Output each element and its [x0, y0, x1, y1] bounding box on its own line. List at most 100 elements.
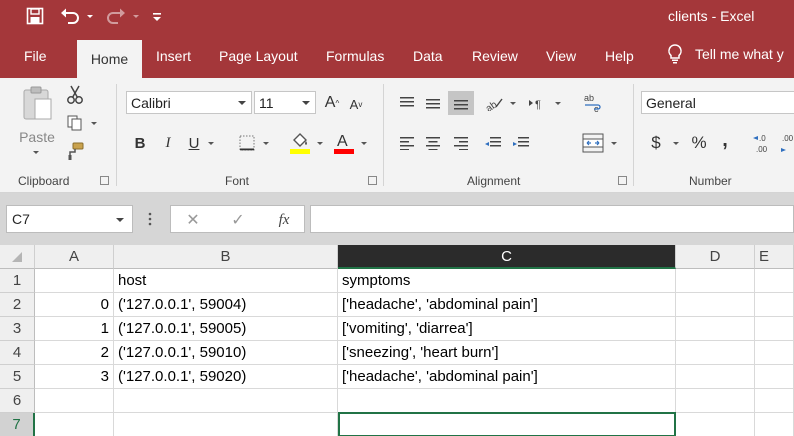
undo-icon[interactable] [56, 5, 84, 27]
tab-insert[interactable]: Insert [156, 48, 191, 64]
fill-color-icon[interactable] [288, 130, 312, 156]
middle-align-icon[interactable] [422, 92, 444, 114]
cell-e4[interactable] [755, 341, 794, 365]
percent-button[interactable]: % [688, 132, 710, 154]
font-launcher-icon[interactable] [368, 176, 377, 185]
underline-button[interactable]: U [184, 132, 204, 154]
column-header-b[interactable]: B [114, 245, 338, 269]
underline-dropdown-icon[interactable] [205, 138, 217, 148]
cell-a4[interactable]: 2 [35, 341, 114, 365]
font-name-dropdown[interactable]: Calibri [126, 91, 252, 114]
cell-e5[interactable] [755, 365, 794, 389]
increase-font-size-button[interactable]: A ^ [322, 92, 342, 114]
insert-function-icon[interactable]: fx [271, 209, 297, 231]
cell-d4[interactable] [676, 341, 755, 365]
undo-dropdown-icon[interactable] [84, 5, 96, 27]
cell-e6[interactable] [755, 389, 794, 413]
fill-color-dropdown-icon[interactable] [314, 138, 326, 148]
cell-b2[interactable]: ('127.0.0.1', 59004) [114, 293, 338, 317]
tab-page-layout[interactable]: Page Layout [219, 48, 298, 64]
column-header-d[interactable]: D [676, 245, 755, 269]
cell-a3[interactable]: 1 [35, 317, 114, 341]
cell-d1[interactable] [676, 269, 755, 293]
cell-c3[interactable]: ['vomiting', 'diarrea'] [338, 317, 676, 341]
row-header-5[interactable]: 5 [0, 365, 35, 389]
row-header-1[interactable]: 1 [0, 269, 35, 293]
cell-a7[interactable] [35, 413, 114, 436]
borders-icon[interactable] [236, 132, 258, 154]
font-size-dropdown[interactable]: 11 [254, 91, 316, 114]
cell-b7[interactable] [114, 413, 338, 436]
cell-b1[interactable]: host [114, 269, 338, 293]
name-box[interactable]: C7 [6, 205, 133, 233]
paste-dropdown-icon[interactable] [30, 148, 42, 156]
cell-a2[interactable]: 0 [35, 293, 114, 317]
decrease-indent-icon[interactable] [482, 132, 504, 154]
bottom-align-icon[interactable] [448, 91, 474, 115]
cell-c2[interactable]: ['headache', 'abdominal pain'] [338, 293, 676, 317]
save-icon[interactable] [22, 5, 48, 27]
paste-button[interactable]: Paste [16, 128, 58, 146]
row-header-4[interactable]: 4 [0, 341, 35, 365]
cell-b5[interactable]: ('127.0.0.1', 59020) [114, 365, 338, 389]
column-header-a[interactable]: A [35, 245, 114, 269]
cell-b4[interactable]: ('127.0.0.1', 59010) [114, 341, 338, 365]
bold-button[interactable]: B [130, 132, 150, 154]
currency-button[interactable]: $ [646, 132, 666, 154]
font-color-icon[interactable]: A [332, 130, 356, 156]
tab-data[interactable]: Data [413, 48, 443, 64]
currency-dropdown-icon[interactable] [670, 138, 682, 148]
cut-icon[interactable] [64, 84, 86, 106]
tab-file[interactable]: File [24, 48, 47, 64]
column-header-e[interactable]: E [755, 245, 794, 269]
cell-e1[interactable] [755, 269, 794, 293]
clipboard-launcher-icon[interactable] [100, 176, 109, 185]
cell-b3[interactable]: ('127.0.0.1', 59005) [114, 317, 338, 341]
cell-e7[interactable] [755, 413, 794, 436]
select-all-corner[interactable] [0, 245, 35, 269]
column-header-c[interactable]: C [338, 245, 676, 269]
paragraph-direction-icon[interactable]: ¶ [526, 92, 548, 114]
cell-c6[interactable] [338, 389, 676, 413]
wrap-text-icon[interactable]: ab c [580, 90, 606, 116]
cell-d3[interactable] [676, 317, 755, 341]
decrease-decimal-icon[interactable]: .00 [780, 130, 794, 156]
increase-indent-icon[interactable] [510, 132, 532, 154]
cell-a6[interactable] [35, 389, 114, 413]
format-painter-icon[interactable] [64, 140, 86, 162]
italic-button[interactable]: I [158, 132, 178, 154]
comma-button[interactable]: , [718, 128, 732, 152]
formula-bar-grip-icon[interactable] [146, 209, 154, 229]
cell-d6[interactable] [676, 389, 755, 413]
cancel-icon[interactable]: ✕ [181, 209, 205, 231]
alignment-launcher-icon[interactable] [618, 176, 627, 185]
row-header-6[interactable]: 6 [0, 389, 35, 413]
tab-view[interactable]: View [546, 48, 576, 64]
tell-me-search[interactable]: Tell me what y [667, 44, 784, 64]
top-align-icon[interactable] [396, 92, 418, 114]
copy-dropdown-icon[interactable] [88, 118, 100, 128]
paragraph-direction-dropdown-icon[interactable] [552, 98, 564, 108]
cell-c1[interactable]: symptoms [338, 269, 676, 293]
tab-review[interactable]: Review [472, 48, 518, 64]
orientation-dropdown-icon[interactable] [507, 98, 519, 108]
customize-qat-icon[interactable] [150, 5, 164, 27]
row-header-7[interactable]: 7 [0, 413, 35, 436]
cell-e2[interactable] [755, 293, 794, 317]
cell-d2[interactable] [676, 293, 755, 317]
cell-d5[interactable] [676, 365, 755, 389]
font-color-dropdown-icon[interactable] [358, 138, 370, 148]
tab-help[interactable]: Help [605, 48, 634, 64]
align-right-icon[interactable] [450, 132, 472, 154]
cell-b6[interactable] [114, 389, 338, 413]
tab-home[interactable]: Home [77, 40, 142, 78]
cell-a5[interactable]: 3 [35, 365, 114, 389]
row-header-3[interactable]: 3 [0, 317, 35, 341]
redo-icon[interactable] [102, 5, 130, 27]
paste-icon[interactable] [18, 84, 56, 122]
redo-dropdown-icon[interactable] [130, 5, 142, 27]
merge-center-dropdown-icon[interactable] [608, 138, 620, 148]
align-left-icon[interactable] [396, 132, 418, 154]
increase-decimal-icon[interactable]: .0.00 [752, 130, 776, 156]
cell-d7[interactable] [676, 413, 755, 436]
